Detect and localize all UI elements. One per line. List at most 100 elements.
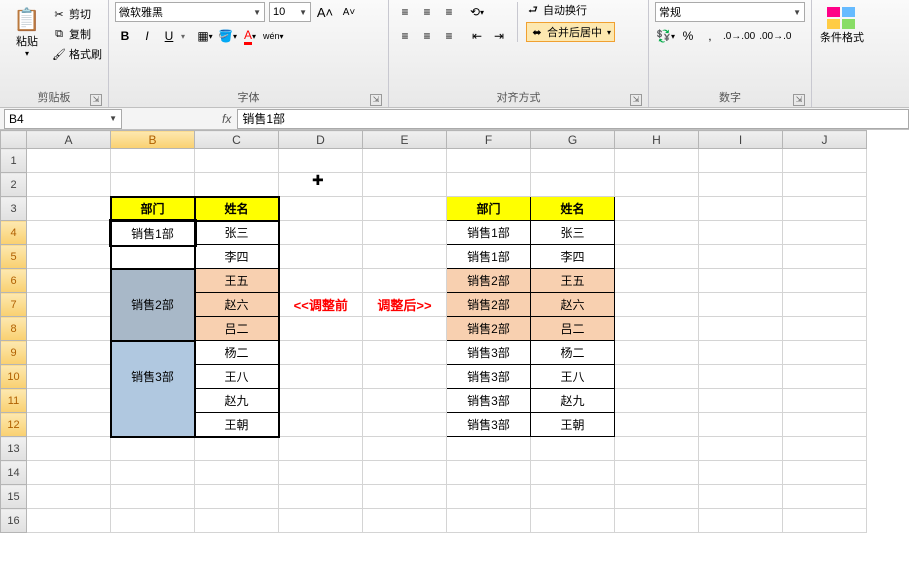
row-header-14[interactable]: 14 [1,461,27,485]
cell-J6[interactable] [783,269,867,293]
cell-H2[interactable] [615,173,699,197]
col-header-C[interactable]: C [195,131,279,149]
cell-G4[interactable]: 张三 [531,221,615,245]
cut-button[interactable]: ✂剪切 [52,6,102,22]
col-header-G[interactable]: G [531,131,615,149]
formula-input[interactable]: 销售1部 [237,109,909,129]
cell-F5[interactable]: 销售1部 [447,245,531,269]
cell-E3[interactable] [363,197,447,221]
cell-J13[interactable] [783,437,867,461]
cell-C11[interactable]: 赵九 [195,389,279,413]
cell-D6[interactable] [279,269,363,293]
cell-J1[interactable] [783,149,867,173]
cell-B9[interactable] [111,341,195,365]
col-header-F[interactable]: F [447,131,531,149]
cell-H13[interactable] [615,437,699,461]
row-header-3[interactable]: 3 [1,197,27,221]
cell-D15[interactable] [279,485,363,509]
cell-A3[interactable] [27,197,111,221]
phonetic-button[interactable]: wén▾ [262,26,285,46]
cell-G8[interactable]: 吕二 [531,317,615,341]
row-header-13[interactable]: 13 [1,437,27,461]
cell-E14[interactable] [363,461,447,485]
number-dialog-launcher[interactable]: ⇲ [793,94,805,106]
cell-I13[interactable] [699,437,783,461]
cell-D5[interactable] [279,245,363,269]
cell-H4[interactable] [615,221,699,245]
cell-H3[interactable] [615,197,699,221]
cell-G7[interactable]: 赵六 [531,293,615,317]
cell-C3[interactable]: 姓名 [195,197,279,221]
cell-C10[interactable]: 王八 [195,365,279,389]
cell-I7[interactable] [699,293,783,317]
cell-E11[interactable] [363,389,447,413]
cell-D14[interactable] [279,461,363,485]
cell-F6[interactable]: 销售2部 [447,269,531,293]
cell-C1[interactable] [195,149,279,173]
cell-E12[interactable] [363,413,447,437]
increase-font-button[interactable]: A˄ [315,2,335,22]
cell-G6[interactable]: 王五 [531,269,615,293]
border-button[interactable]: ▦▾ [195,26,215,46]
cell-B6[interactable] [111,269,195,293]
cell-B1[interactable] [111,149,195,173]
cell-B14[interactable] [111,461,195,485]
cell-B10[interactable]: 销售3部 [111,365,195,389]
cell-H11[interactable] [615,389,699,413]
cell-C5[interactable]: 李四 [195,245,279,269]
cell-G3[interactable]: 姓名 [531,197,615,221]
wrap-text-button[interactable]: ⮐自动换行 [526,2,615,18]
cell-C2[interactable] [195,173,279,197]
cell-C7[interactable]: 赵六 [195,293,279,317]
col-header-H[interactable]: H [615,131,699,149]
cell-D10[interactable] [279,365,363,389]
cell-J2[interactable] [783,173,867,197]
row-header-5[interactable]: 5 [1,245,27,269]
col-header-J[interactable]: J [783,131,867,149]
cell-I1[interactable] [699,149,783,173]
name-box[interactable]: B4▼ [4,109,122,129]
cell-J10[interactable] [783,365,867,389]
cell-H7[interactable] [615,293,699,317]
paste-button[interactable]: 📋 粘贴 ▾ [6,2,48,59]
cell-A13[interactable] [27,437,111,461]
fx-label[interactable]: fx [216,112,237,126]
cell-A11[interactable] [27,389,111,413]
cell-D13[interactable] [279,437,363,461]
cell-I3[interactable] [699,197,783,221]
col-header-A[interactable]: A [27,131,111,149]
cell-G5[interactable]: 李四 [531,245,615,269]
cell-F4[interactable]: 销售1部 [447,221,531,245]
col-header-D[interactable]: D [279,131,363,149]
font-dialog-launcher[interactable]: ⇲ [370,94,382,106]
cell-D7[interactable]: <<调整前 [279,293,363,317]
row-header-7[interactable]: 7 [1,293,27,317]
align-center-button[interactable]: ≡ [417,26,437,46]
cell-J16[interactable] [783,509,867,533]
cell-I4[interactable] [699,221,783,245]
cell-J7[interactable] [783,293,867,317]
cell-J3[interactable] [783,197,867,221]
fill-color-button[interactable]: 🪣▾ [217,26,238,46]
cell-A15[interactable] [27,485,111,509]
copy-button[interactable]: ⧉复制 [52,26,102,42]
cell-I11[interactable] [699,389,783,413]
cell-C6[interactable]: 王五 [195,269,279,293]
cell-F1[interactable] [447,149,531,173]
cell-B3[interactable]: 部门 [111,197,195,221]
cell-B16[interactable] [111,509,195,533]
cell-H9[interactable] [615,341,699,365]
cell-E13[interactable] [363,437,447,461]
cell-E7[interactable]: 调整后>> [363,293,447,317]
cell-G15[interactable] [531,485,615,509]
align-left-button[interactable]: ≡ [395,26,415,46]
cell-B8[interactable] [111,317,195,341]
row-header-8[interactable]: 8 [1,317,27,341]
cell-F12[interactable]: 销售3部 [447,413,531,437]
font-name-combo[interactable]: 微软雅黑▼ [115,2,265,22]
cell-J15[interactable] [783,485,867,509]
comma-button[interactable]: , [700,26,720,46]
cell-J5[interactable] [783,245,867,269]
decrease-decimal-button[interactable]: .00→.0 [758,26,792,46]
cell-B12[interactable] [111,413,195,437]
